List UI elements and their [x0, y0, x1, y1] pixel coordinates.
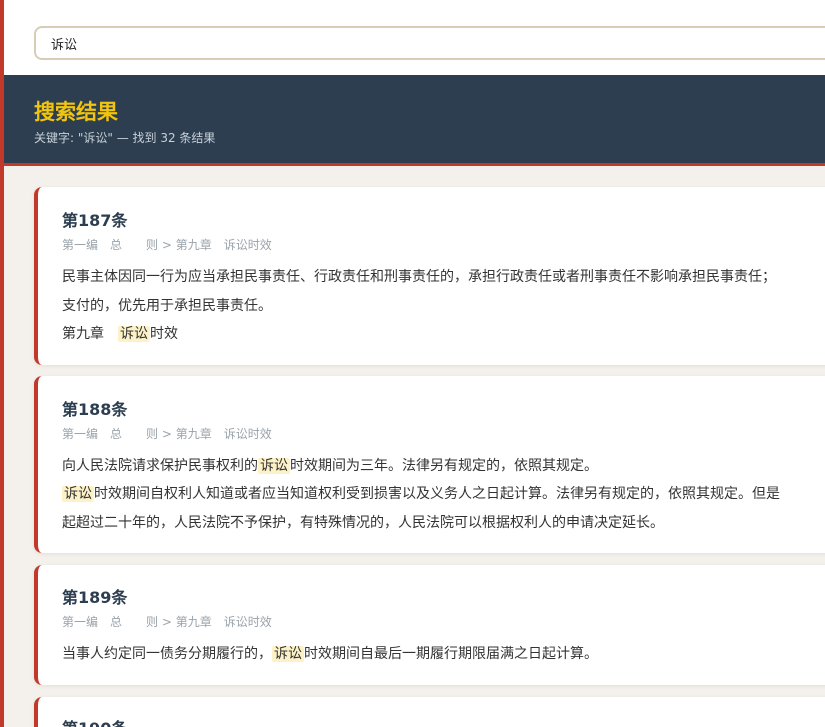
- article-text-line: 民事主体因同一行为应当承担民事责任、行政责任和刑事责任的，承担行政责任或者刑事责…: [62, 266, 776, 286]
- text-segment: 起超过二十年的，人民法院不予保护，有特殊情况的，人民法院可以根据权利人的申请决定…: [62, 515, 664, 531]
- breadcrumb-separator: >: [161, 615, 172, 629]
- article-text-line: 第九章 诉讼 时效: [62, 323, 178, 343]
- keyword-highlight: 诉讼: [118, 326, 150, 342]
- search-bar: [0, 0, 825, 75]
- breadcrumb-chapter: 第九章 诉讼时效: [175, 427, 272, 441]
- breadcrumb-book: 第一编 总 则: [62, 615, 159, 629]
- article-text-line: 起超过二十年的，人民法院不予保护，有特殊情况的，人民法院可以根据权利人的申请决定…: [62, 512, 664, 532]
- article-title: 第190条: [62, 715, 127, 727]
- text-segment: 民事主体因同一行为应当承担民事责任、行政责任和刑事责任的，承担行政责任或者刑事责…: [62, 269, 776, 285]
- text-segment: 第九章: [62, 326, 118, 342]
- breadcrumb-chapter: 第九章 诉讼时效: [175, 615, 272, 629]
- breadcrumb-book: 第一编 总 则: [62, 238, 159, 252]
- article-text-line: 当事人约定同一债务分期履行的， 诉讼 时效期间自最后一期履行期限届满之日起计算。: [62, 643, 598, 663]
- results-summary: 关键字: "诉讼" — 找到 32 条结果: [34, 131, 216, 145]
- breadcrumb-chapter: 第九章 诉讼时效: [175, 238, 272, 252]
- results-header: 搜索结果 关键字: "诉讼" — 找到 32 条结果: [4, 75, 825, 166]
- result-card[interactable]: 第190条: [34, 697, 825, 727]
- text-segment: 支付的，优先用于承担民事责任。: [62, 298, 272, 314]
- keyword-highlight: 诉讼: [258, 458, 290, 474]
- breadcrumb: 第一编 总 则 > 第九章 诉讼时效: [62, 236, 272, 253]
- breadcrumb: 第一编 总 则 > 第九章 诉讼时效: [62, 613, 272, 630]
- breadcrumb: 第一编 总 则 > 第九章 诉讼时效: [62, 425, 272, 442]
- left-accent-bar: [0, 0, 4, 727]
- text-segment: 时效期间自权利人知道或者应当知道权利受到损害以及义务人之日起计算。法律另有规定的…: [94, 486, 780, 502]
- text-segment: 当事人约定同一债务分期履行的，: [62, 646, 272, 662]
- result-card[interactable]: 第187条 第一编 总 则 > 第九章 诉讼时效 民事主体因同一行为应当承担民事…: [34, 187, 825, 365]
- page-title: 搜索结果: [34, 100, 118, 124]
- article-title: 第189条: [62, 588, 128, 607]
- app-frame: 搜索结果 关键字: "诉讼" — 找到 32 条结果 第187条 第一编 总 则…: [0, 0, 825, 727]
- article-text-line: 诉讼 时效期间自权利人知道或者应当知道权利受到损害以及义务人之日起计算。法律另有规…: [62, 483, 780, 503]
- breadcrumb-book: 第一编 总 则: [62, 427, 159, 441]
- article-text-line: 支付的，优先用于承担民事责任。: [62, 295, 272, 315]
- keyword-highlight: 诉讼: [272, 646, 304, 662]
- search-input[interactable]: [34, 26, 825, 60]
- text-segment: 时效: [150, 326, 178, 342]
- text-segment: 时效期间为三年。法律另有规定的，依照其规定。: [290, 458, 598, 474]
- text-segment: 向人民法院请求保护民事权利的: [62, 458, 258, 474]
- result-card[interactable]: 第189条 第一编 总 则 > 第九章 诉讼时效 当事人约定同一债务分期履行的，…: [34, 565, 825, 685]
- article-title: 第188条: [62, 400, 128, 419]
- breadcrumb-separator: >: [161, 427, 172, 441]
- text-segment: 时效期间自最后一期履行期限届满之日起计算。: [304, 646, 598, 662]
- article-text-line: 向人民法院请求保护民事权利的 诉讼 时效期间为三年。法律另有规定的，依照其规定。: [62, 455, 598, 475]
- breadcrumb-separator: >: [161, 238, 172, 252]
- keyword-highlight: 诉讼: [62, 486, 94, 502]
- result-card[interactable]: 第188条 第一编 总 则 > 第九章 诉讼时效 向人民法院请求保护民事权利的诉…: [34, 376, 825, 553]
- article-title: 第187条: [62, 211, 128, 230]
